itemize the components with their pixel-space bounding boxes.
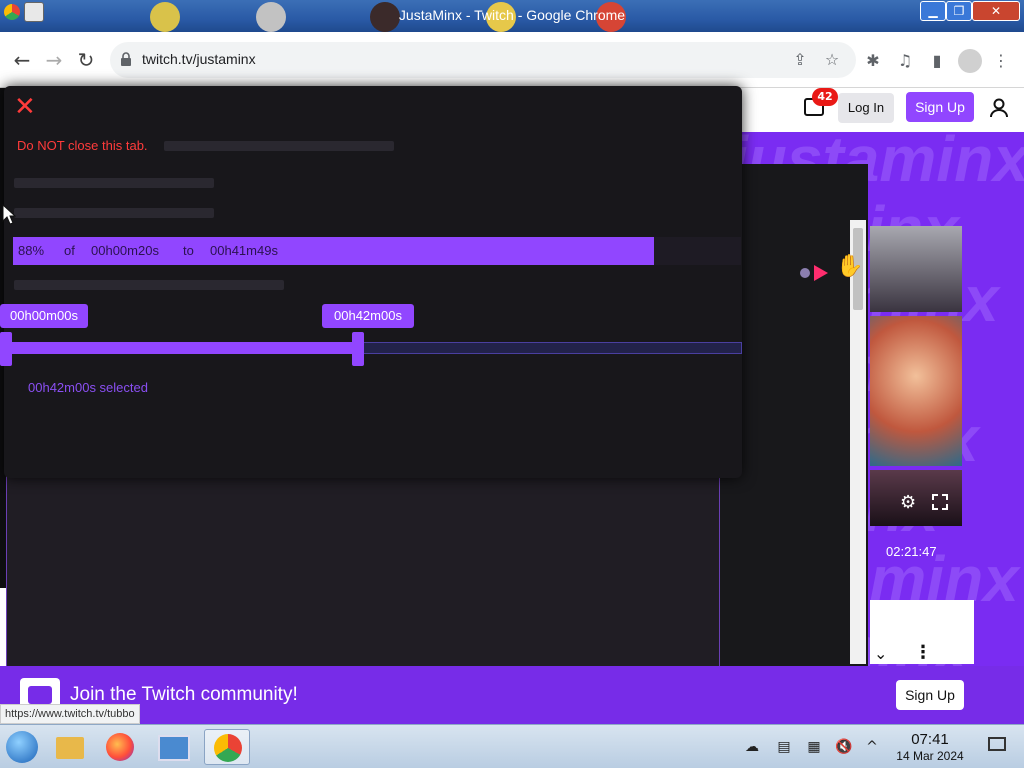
tray-expand-icon[interactable]: ^ [862,737,882,757]
range-start-label: 00h00m00s [0,304,88,328]
status-bar-url: https://www.twitch.tv/tubbo [0,704,140,724]
share-icon[interactable]: ⇪ [790,50,810,70]
progress-of-label: of [64,243,75,258]
range-slider-fill [6,342,359,354]
join-signup-button[interactable]: Sign Up [896,680,964,710]
login-button[interactable]: Log In [838,93,894,123]
close-dialog-button[interactable]: ✕ [14,94,36,120]
fullscreen-icon[interactable] [932,494,948,510]
clock-time[interactable]: 07:41 [900,731,960,748]
address-bar[interactable]: twitch.tv/justaminx ⇪ ☆ [110,42,856,78]
clipboard-icon[interactable]: ▤ [774,737,794,757]
more-options-icon[interactable]: ⋮ [914,642,932,663]
address-url[interactable]: twitch.tv/justaminx [142,51,256,67]
vod-thumbnail[interactable]: 02:21:47 [870,316,962,559]
menu-icon[interactable]: ⋮ [990,50,1012,72]
live-indicator-icon [800,268,810,278]
notes-icon[interactable]: ▦ [804,737,824,757]
profile-icon[interactable] [958,49,982,73]
media-icon[interactable]: ♫ [894,50,916,72]
mouse-cursor-icon [2,204,16,225]
maximize-button[interactable]: ❐ [946,1,972,21]
faded-text [14,178,214,188]
progress-track [654,237,741,265]
warning-text: Do NOT close this tab. [17,138,148,153]
signup-button[interactable]: Sign Up [906,92,974,122]
star-icon[interactable]: ☆ [822,50,842,70]
monitor-icon[interactable] [152,729,192,765]
range-end-handle[interactable] [352,332,364,366]
sidepanel-icon[interactable]: ▮ [926,50,948,72]
faded-text [14,280,284,290]
window-titlebar: JustaMinx - Twitch - Google Chrome ▁ ❐ ✕ [0,0,1024,32]
download-progress-bar: 88% of 00h00m20s to 00h41m49s [13,237,741,265]
clap-icon[interactable]: ✋ [836,254,864,282]
user-icon[interactable] [990,98,1008,118]
play-icon[interactable] [814,265,828,281]
vod-duration: 02:21:47 [886,544,937,559]
folder-icon[interactable] [50,729,90,765]
join-text: Join the Twitch community! [70,684,298,705]
chevron-down-icon[interactable]: ⌄ [874,644,887,663]
progress-to-label: to [183,243,194,258]
download-dialog: ✕ Do NOT close this tab. 88% of 00h00m20… [0,86,742,478]
forward-icon[interactable]: → [42,48,66,72]
progress-current: 00h00m20s [91,243,159,258]
faded-text [164,141,394,151]
window-title: JustaMinx - Twitch - Google Chrome [398,7,626,23]
lock-icon [121,52,131,66]
range-start-handle[interactable] [0,332,12,366]
start-button[interactable] [6,731,38,763]
taskbar: ☁ ▤ ▦ 🔇 ^ 07:41 14 Mar 2024 [0,724,1024,768]
close-window-button[interactable]: ✕ [972,1,1020,21]
back-icon[interactable]: ← [10,48,34,72]
progress-total: 00h41m49s [210,243,278,258]
vod-thumbnail[interactable] [870,226,962,312]
join-banner: Join the Twitch community! Sign Up [0,666,1024,724]
firefox-icon[interactable] [100,729,140,765]
chrome-icon[interactable] [204,729,250,765]
clock-date[interactable]: 14 Mar 2024 [884,749,976,763]
minimize-button[interactable]: ▁ [920,1,946,21]
gear-icon[interactable]: ⚙ [900,492,916,513]
extensions-icon[interactable]: ✱ [862,50,884,72]
progress-percent: 88% [18,243,45,258]
weather-icon[interactable]: ☁ [742,737,762,757]
volume-muted-icon[interactable]: 🔇 [834,737,854,757]
scrollbar[interactable] [850,220,866,664]
reload-icon[interactable]: ↻ [74,48,98,72]
notification-badge: 42 [812,88,838,106]
show-desktop-icon[interactable] [988,737,1006,751]
range-end-label: 00h42m00s [322,304,414,328]
range-selected-text: 00h42m00s selected [28,380,148,395]
twitch-header: 42 Log In Sign Up [740,88,1024,132]
browser-toolbar: ← → ↻ twitch.tv/justaminx ⇪ ☆ ✱ ♫ ▮ ⋮ [0,32,1024,88]
faded-text [14,208,214,218]
